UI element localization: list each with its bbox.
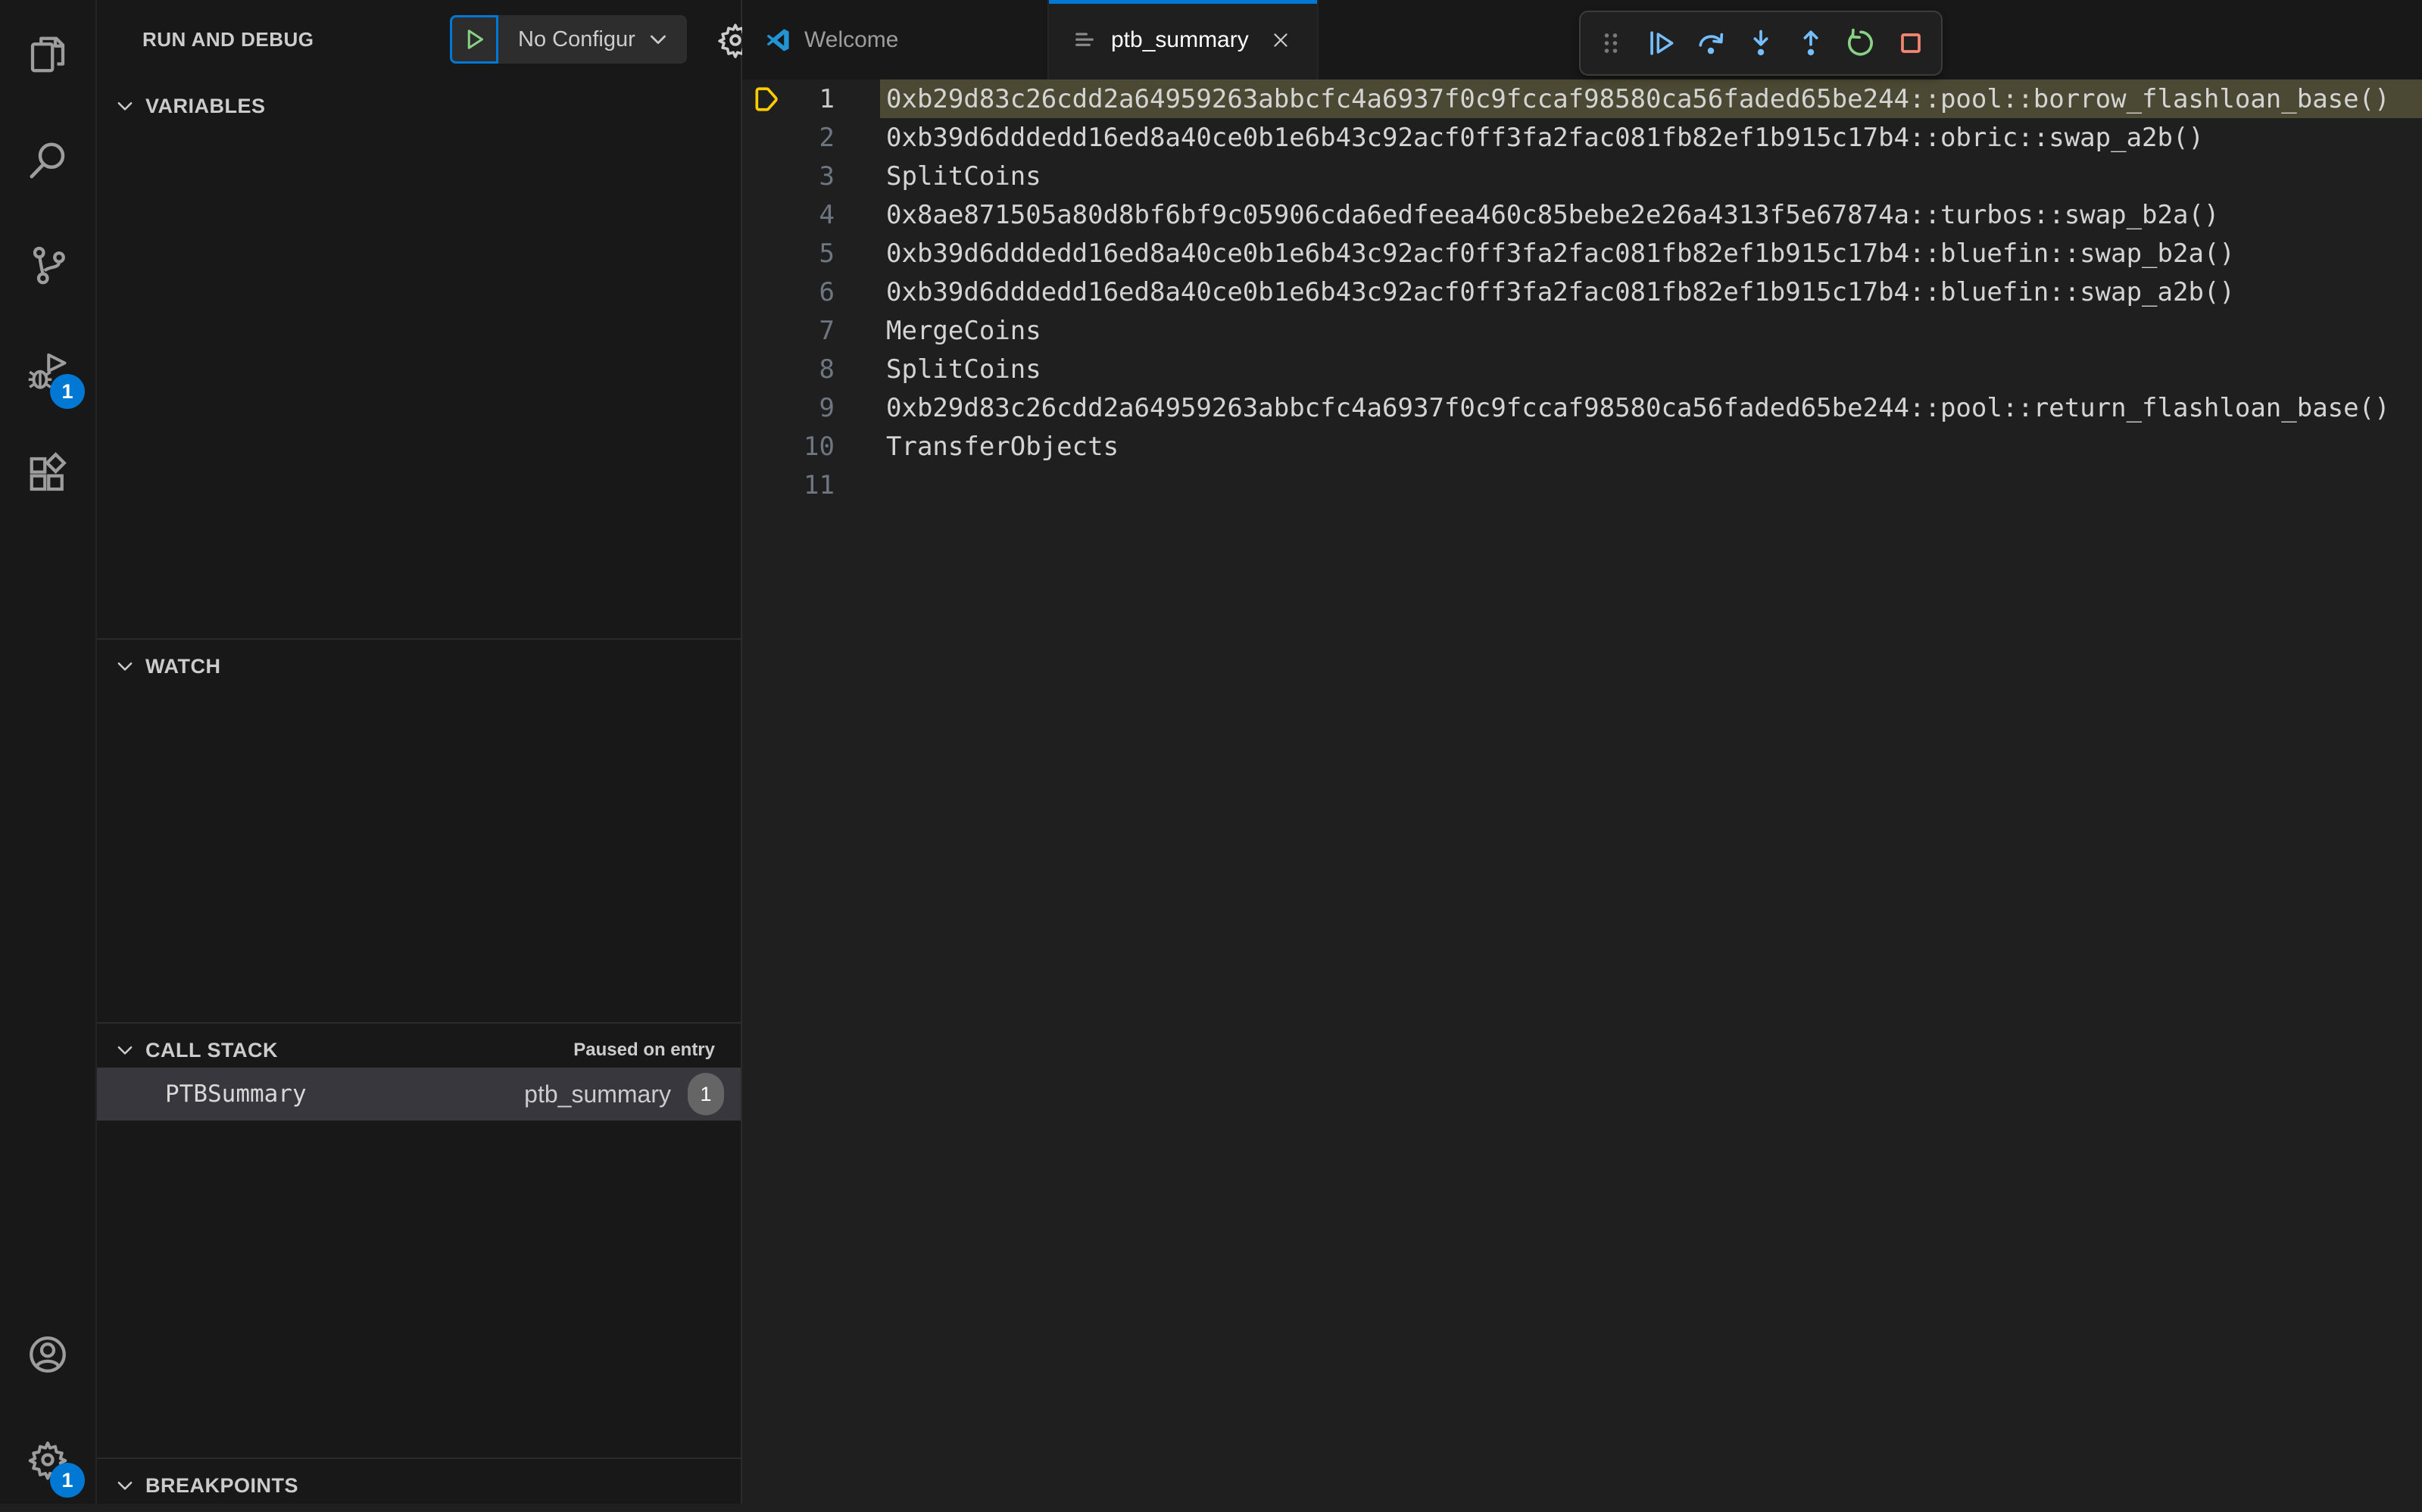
settings-badge: 1 [50,1463,85,1498]
code-line[interactable]: 7 MergeCoins [742,311,2422,350]
code-line[interactable]: 9 0xb29d83c26cdd2a64959263abbcfc4a6937f0… [742,388,2422,427]
watch-section-label: WATCH [145,654,221,678]
chevron-down-icon [646,27,670,51]
line-number: 3 [819,161,835,192]
chevron-down-icon [114,1474,136,1497]
sidebar-title: RUN AND DEBUG [142,28,314,51]
tab-label: ptb_summary [1111,26,1249,52]
line-number: 6 [819,276,835,307]
variables-section: VARIABLES [97,79,741,638]
editor-group: Welcome ptb_summary 1 0xb29d83c26cdd2a64… [742,0,2422,1504]
breakpoints-section-label: BREAKPOINTS [145,1473,299,1497]
list-file-icon [1070,26,1099,55]
debug-toolbar [1579,11,1943,76]
tab-close-button[interactable] [1266,25,1296,55]
line-number: 5 [819,238,835,269]
code-line[interactable]: 11 [742,466,2422,504]
code-line[interactable]: 6 0xb39d6dddedd16ed8a40ce0b1e6b43c92acf0… [742,273,2422,311]
call-stack-section-label: CALL STACK [145,1038,278,1062]
activity-bar: 1 1 [0,0,97,1504]
breakpoints-section: BREAKPOINTS [97,1457,741,1504]
search-icon[interactable] [0,115,95,206]
chevron-down-icon [114,655,136,678]
frame-name: PTBSummary [165,1080,307,1108]
line-number: 10 [804,431,835,462]
account-icon[interactable] [0,1309,95,1400]
code-area[interactable]: 1 0xb29d83c26cdd2a64959263abbcfc4a6937f0… [742,79,2422,1504]
watch-section-header[interactable]: WATCH [97,640,741,693]
line-text: 0xb29d83c26cdd2a64959263abbcfc4a6937f0c9… [880,79,2422,118]
code-line[interactable]: 3 SplitCoins [742,157,2422,195]
play-icon [460,26,488,53]
chevron-down-icon [114,95,136,117]
line-number: 2 [819,122,835,153]
run-and-debug-icon[interactable]: 1 [0,326,95,416]
line-text: 0xb29d83c26cdd2a64959263abbcfc4a6937f0c9… [886,392,2390,423]
frame-line-badge: 1 [688,1073,724,1115]
stop-button[interactable] [1891,23,1930,63]
line-number: 11 [804,469,835,500]
run-and-debug-sidebar: RUN AND DEBUG No Configur VARIABLES WATC… [97,0,742,1504]
call-stack-section: CALL STACK Paused on entry PTBSummary pt… [97,1022,741,1457]
variables-section-header[interactable]: VARIABLES [97,79,741,132]
code-line[interactable]: 2 0xb39d6dddedd16ed8a40ce0b1e6b43c92acf0… [742,118,2422,157]
call-stack-status: Paused on entry [573,1040,715,1060]
line-text: 0xb39d6dddedd16ed8a40ce0b1e6b43c92acf0ff… [886,122,2204,153]
breakpoints-section-header[interactable]: BREAKPOINTS [97,1459,741,1512]
line-text: 0xb39d6dddedd16ed8a40ce0b1e6b43c92acf0ff… [886,238,2235,269]
code-line[interactable]: 5 0xb39d6dddedd16ed8a40ce0b1e6b43c92acf0… [742,234,2422,273]
continue-button[interactable] [1641,23,1681,63]
tab-welcome[interactable]: Welcome [742,0,1049,79]
tab-ptb-summary[interactable]: ptb_summary [1049,0,1319,79]
toolbar-drag-grip[interactable] [1591,23,1631,63]
line-text: 0x8ae871505a80d8bf6bf9c05906cda6edfeea46… [886,199,2220,230]
watch-section: WATCH [97,638,741,1022]
step-out-button[interactable] [1791,23,1831,63]
close-icon [1270,30,1291,51]
chevron-down-icon [114,1039,136,1062]
line-text: SplitCoins [886,161,1041,192]
code-line[interactable]: 4 0x8ae871505a80d8bf6bf9c05906cda6edfeea… [742,195,2422,234]
line-text: MergeCoins [886,315,1041,346]
call-stack-frame-row[interactable]: PTBSummary ptb_summary 1 [97,1068,741,1121]
line-text [880,466,2422,504]
restart-button[interactable] [1841,23,1880,63]
line-number: 7 [819,315,835,346]
line-text: 0xb39d6dddedd16ed8a40ce0b1e6b43c92acf0ff… [886,276,2235,307]
launch-control: No Configur [450,15,687,64]
line-number: 1 [819,83,835,114]
code-line[interactable]: 10 TransferObjects [742,427,2422,466]
line-text: SplitCoins [886,354,1041,385]
source-control-icon[interactable] [0,220,95,310]
frame-meta: ptb_summary 1 [524,1073,724,1115]
vscode-logo-icon [763,26,792,55]
launch-configuration-label: No Configur [518,26,635,51]
launch-configuration-dropdown[interactable]: No Configur [498,15,687,64]
line-number: 8 [819,354,835,385]
code-line[interactable]: 8 SplitCoins [742,350,2422,388]
settings-gear-icon[interactable]: 1 [0,1414,95,1505]
extensions-icon[interactable] [0,429,95,519]
line-number: 4 [819,199,835,230]
line-text: TransferObjects [886,431,1119,462]
debug-badge: 1 [50,374,85,409]
sidebar-header: RUN AND DEBUG No Configur [97,0,741,79]
explorer-icon[interactable] [0,9,95,100]
tab-label: Welcome [804,26,899,52]
start-debugging-button[interactable] [450,15,498,64]
variables-section-label: VARIABLES [145,94,266,117]
code-line[interactable]: 1 0xb29d83c26cdd2a64959263abbcfc4a6937f0… [742,79,2422,118]
frame-file: ptb_summary [524,1080,671,1108]
step-into-button[interactable] [1741,23,1781,63]
step-over-button[interactable] [1691,23,1731,63]
line-number: 9 [819,392,835,423]
